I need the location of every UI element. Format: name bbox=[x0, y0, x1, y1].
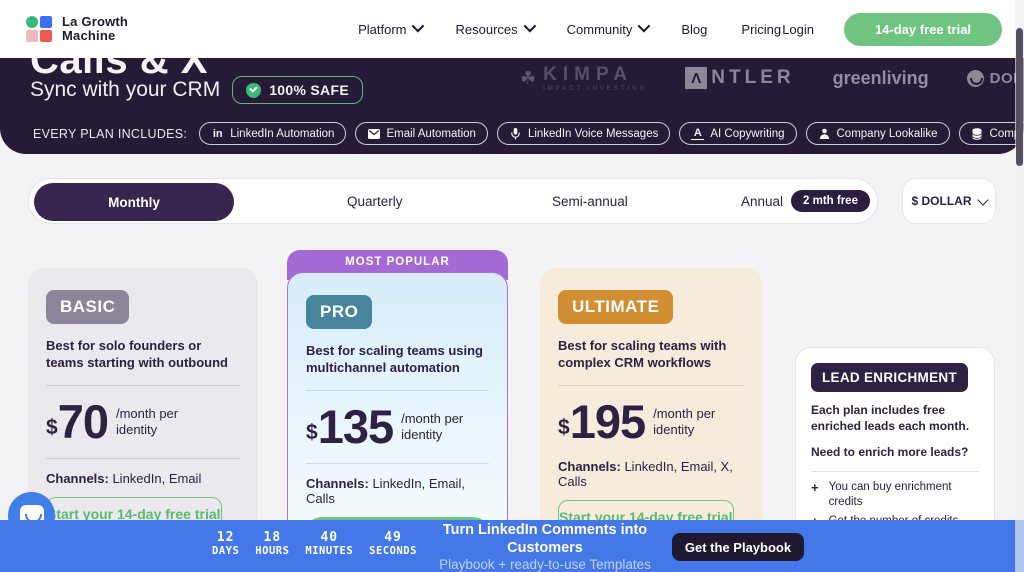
email-icon bbox=[367, 127, 380, 140]
hero-subtitle: Sync with your CRM bbox=[30, 78, 221, 101]
plan-description: Best for scaling teams using multichanne… bbox=[306, 343, 483, 375]
chip-linkedin-automation[interactable]: in LinkedIn Automation bbox=[199, 122, 347, 145]
chevron-down-icon bbox=[412, 19, 425, 33]
plan-channels: Channels: LinkedIn, Email, X, Calls bbox=[558, 458, 733, 489]
nav-item-resources[interactable]: Resources bbox=[455, 19, 536, 37]
lead-enrichment-question: Need to enrich more leads? bbox=[811, 445, 969, 460]
plan-card-ultimate: ULTIMATE Best for scaling teams with com… bbox=[540, 268, 762, 552]
microphone-icon bbox=[509, 127, 522, 140]
plus-icon: + bbox=[811, 479, 819, 495]
page-scrollbar[interactable] bbox=[1015, 0, 1024, 572]
get-playbook-button[interactable]: Get the Playbook bbox=[672, 533, 804, 561]
plan-description: Best for solo founders or teams starting… bbox=[46, 338, 228, 370]
brand-logo[interactable]: La Growth Machine bbox=[26, 15, 128, 42]
lead-enrichment-card: LEAD ENRICHMENT Each plan includes free … bbox=[795, 347, 995, 572]
countdown-seconds: 49 SECONDS bbox=[369, 530, 417, 557]
brand-logo-icon bbox=[26, 15, 53, 43]
chip-voice-messages[interactable]: LinkedIn Voice Messages bbox=[496, 122, 671, 145]
login-link[interactable]: Login bbox=[782, 22, 814, 37]
countdown-days: 12 DAYS bbox=[212, 530, 240, 557]
brand-name: La Growth Machine bbox=[62, 14, 129, 43]
linkedin-icon: in bbox=[212, 127, 223, 140]
customer-logos: ☘ KIMPA IMPACT INVESTING Λ NTLER greenli… bbox=[520, 64, 1024, 92]
banner-subtitle: Playbook + ready-to-use Templates bbox=[439, 557, 651, 572]
includes-label: EVERY PLAN INCLUDES: bbox=[33, 126, 188, 141]
plan-card-pro: PRO Best for scaling teams using multich… bbox=[287, 272, 508, 567]
logo-antler: Λ NTLER bbox=[685, 67, 794, 89]
plan-channels: Channels: LinkedIn, Email, Calls bbox=[306, 475, 465, 506]
logo-kimpa: ☘ KIMPA IMPACT INVESTING bbox=[520, 64, 648, 92]
smile-circle-icon bbox=[966, 69, 984, 87]
top-navbar: La Growth Machine Platform Resources Com… bbox=[0, 0, 1024, 58]
free-trial-button[interactable]: 14-day free trial bbox=[844, 12, 1002, 46]
safe-badge: 100% SAFE bbox=[232, 76, 363, 104]
plan-price: $ 195 /month per identity bbox=[558, 394, 716, 448]
banner-title: Turn LinkedIn Comments into Customers bbox=[442, 522, 648, 557]
chip-company-lookalike[interactable]: Company Lookalike bbox=[805, 122, 950, 145]
hero-section: Calls & X Sync with your CRM 100% SAFE ☘… bbox=[0, 58, 1024, 154]
countdown-minutes: 40 MINUTES bbox=[305, 530, 354, 557]
billing-option-monthly[interactable]: Monthly bbox=[34, 183, 234, 221]
antler-icon: Λ bbox=[685, 67, 708, 89]
billing-option-semi-annual[interactable]: Semi-annual bbox=[552, 194, 628, 209]
nav-item-pricing[interactable]: Pricing bbox=[741, 22, 781, 37]
logo-greenliving: greenliving bbox=[832, 67, 929, 88]
chip-email-automation[interactable]: Email Automation bbox=[355, 122, 488, 145]
nav-item-community[interactable]: Community bbox=[567, 19, 651, 37]
lead-bullet: + You can buy enrichment credits bbox=[811, 479, 952, 508]
billing-period-selector: Monthly Quarterly Semi-annual Annual 2 m… bbox=[28, 178, 878, 224]
plan-price: $ 70 /month per identity bbox=[46, 394, 179, 448]
promo-banner: 12 DAYS 18 HOURS 40 MINUTES 49 SECONDS T… bbox=[0, 520, 1024, 572]
lead-enrichment-text: Each plan includes free enriched leads e… bbox=[811, 403, 970, 433]
plan-includes-row: EVERY PLAN INCLUDES: in LinkedIn Automat… bbox=[33, 122, 1024, 145]
chevron-down-icon bbox=[523, 19, 536, 33]
countdown-timer: 12 DAYS 18 HOURS 40 MINUTES 49 SECONDS bbox=[212, 530, 417, 557]
plan-price: $ 135 /month per identity bbox=[306, 399, 464, 453]
plan-description: Best for scaling teams with complex CRM … bbox=[558, 338, 727, 370]
plan-badge-basic: BASIC bbox=[46, 290, 130, 324]
chip-ai-copywriting[interactable]: A AI Copywriting bbox=[679, 122, 797, 145]
nav-links: Platform Resources Community Blog Pricin… bbox=[358, 19, 781, 37]
chevron-down-icon bbox=[976, 193, 989, 206]
plan-badge-ultimate: ULTIMATE bbox=[558, 290, 674, 324]
plan-card-basic: BASIC Best for solo founders or teams st… bbox=[28, 268, 258, 548]
billing-option-annual[interactable]: Annual bbox=[741, 194, 783, 209]
nav-item-platform[interactable]: Platform bbox=[358, 19, 425, 37]
database-icon bbox=[971, 127, 984, 140]
scrollbar-thumb[interactable] bbox=[1016, 28, 1023, 166]
nav-item-blog[interactable]: Blog bbox=[681, 22, 707, 37]
currency-select[interactable]: $ DOLLAR bbox=[902, 178, 996, 224]
countdown-hours: 18 HOURS bbox=[255, 530, 290, 557]
plan-channels: Channels: LinkedIn, Email bbox=[46, 470, 202, 486]
lead-enrichment-badge: LEAD ENRICHMENT bbox=[811, 363, 968, 392]
person-icon bbox=[818, 127, 831, 140]
plan-badge-pro: PRO bbox=[306, 295, 373, 329]
tree-icon: ☘ bbox=[520, 67, 537, 88]
ai-copy-icon: A bbox=[691, 127, 705, 140]
billing-option-quarterly[interactable]: Quarterly bbox=[347, 194, 403, 209]
shield-check-icon bbox=[246, 82, 262, 98]
chevron-down-icon bbox=[637, 19, 651, 33]
annual-discount-badge[interactable]: 2 mth free bbox=[791, 190, 870, 212]
